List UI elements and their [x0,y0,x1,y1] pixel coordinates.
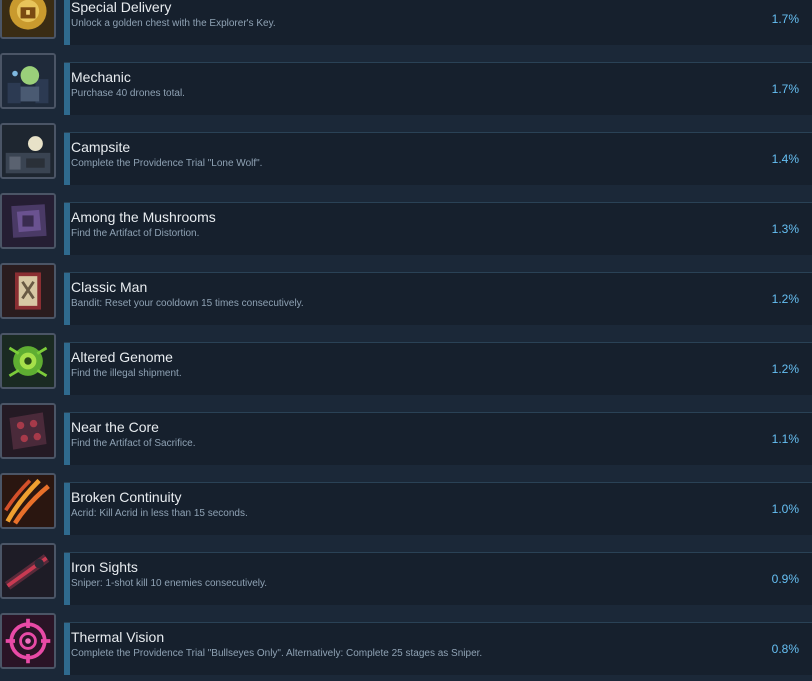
achievement-description: Complete the Providence Trial "Lone Wolf… [71,158,263,169]
accent-bar [64,273,70,325]
unlock-percentage: 1.7% [771,82,799,96]
achievement-row: Classic Man Bandit: Reset your cooldown … [0,263,812,333]
achievement-description: Sniper: 1-shot kill 10 enemies consecuti… [71,578,268,589]
achievement-description: Bandit: Reset your cooldown 15 times con… [71,298,304,309]
achievement-panel: Special Delivery Unlock a golden chest w… [64,0,812,45]
unlock-percentage: 1.1% [771,432,799,446]
achievement-row: Campsite Complete the Providence Trial "… [0,123,812,193]
golden-chest-icon [0,0,56,39]
achievement-title: Near the Core [71,419,159,435]
scroll-icon [0,263,56,319]
unlock-percentage: 1.7% [771,12,799,26]
artifact-distortion-icon [0,193,56,249]
unlock-percentage: 1.4% [771,152,799,166]
accent-bar [64,413,70,465]
campsite-icon [0,123,56,179]
unlock-percentage: 0.9% [771,572,799,586]
achievement-row: Special Delivery Unlock a golden chest w… [0,0,812,53]
achievement-description: Acrid: Kill Acrid in less than 15 second… [71,508,248,519]
achievement-row: Near the Core Find the Artifact of Sacri… [0,403,812,473]
unlock-percentage: 0.8% [771,642,799,656]
achievement-panel: Near the Core Find the Artifact of Sacri… [64,412,812,465]
achievement-title: Among the Mushrooms [71,209,216,225]
achievement-panel: Iron Sights Sniper: 1-shot kill 10 enemi… [64,552,812,605]
achievement-description: Find the Artifact of Sacrifice. [71,438,196,449]
achievement-row: Altered Genome Find the illegal shipment… [0,333,812,403]
achievement-title: Altered Genome [71,349,173,365]
achievement-title: Broken Continuity [71,489,182,505]
achievement-row: Iron Sights Sniper: 1-shot kill 10 enemi… [0,543,812,613]
accent-bar [64,133,70,185]
achievement-description: Purchase 40 drones total. [71,88,185,99]
accent-bar [64,203,70,255]
achievement-panel: Broken Continuity Acrid: Kill Acrid in l… [64,482,812,535]
crosshair-icon [0,613,56,669]
achievement-description: Find the Artifact of Distortion. [71,228,200,239]
achievement-row: Among the Mushrooms Find the Artifact of… [0,193,812,263]
achievement-title: Thermal Vision [71,629,165,645]
achievement-panel: Altered Genome Find the illegal shipment… [64,342,812,395]
claw-slash-icon [0,473,56,529]
accent-bar [64,0,70,45]
accent-bar [64,63,70,115]
achievement-list: Special Delivery Unlock a golden chest w… [0,0,812,681]
rifle-scope-icon [0,543,56,599]
unlock-percentage: 1.2% [771,292,799,306]
achievement-description: Unlock a golden chest with the Explorer'… [71,18,276,29]
achievement-panel: Among the Mushrooms Find the Artifact of… [64,202,812,255]
achievement-panel: Thermal Vision Complete the Providence T… [64,622,812,675]
achievement-title: Campsite [71,139,131,155]
achievement-panel: Classic Man Bandit: Reset your cooldown … [64,272,812,325]
achievement-row: Thermal Vision Complete the Providence T… [0,613,812,681]
achievement-row: Broken Continuity Acrid: Kill Acrid in l… [0,473,812,543]
achievement-title: Mechanic [71,69,131,85]
accent-bar [64,343,70,395]
unlock-percentage: 1.3% [771,222,799,236]
achievement-title: Iron Sights [71,559,138,575]
accent-bar [64,483,70,535]
genome-icon [0,333,56,389]
achievement-description: Find the illegal shipment. [71,368,182,379]
unlock-percentage: 1.0% [771,502,799,516]
achievement-title: Special Delivery [71,0,172,15]
achievement-panel: Mechanic Purchase 40 drones total. 1.7% [64,62,812,115]
accent-bar [64,623,70,675]
achievement-panel: Campsite Complete the Providence Trial "… [64,132,812,185]
achievement-description: Complete the Providence Trial "Bullseyes… [71,648,483,659]
accent-bar [64,553,70,605]
achievement-title: Classic Man [71,279,148,295]
artifact-sacrifice-icon [0,403,56,459]
unlock-percentage: 1.2% [771,362,799,376]
drone-icon [0,53,56,109]
achievement-row: Mechanic Purchase 40 drones total. 1.7% [0,53,812,123]
